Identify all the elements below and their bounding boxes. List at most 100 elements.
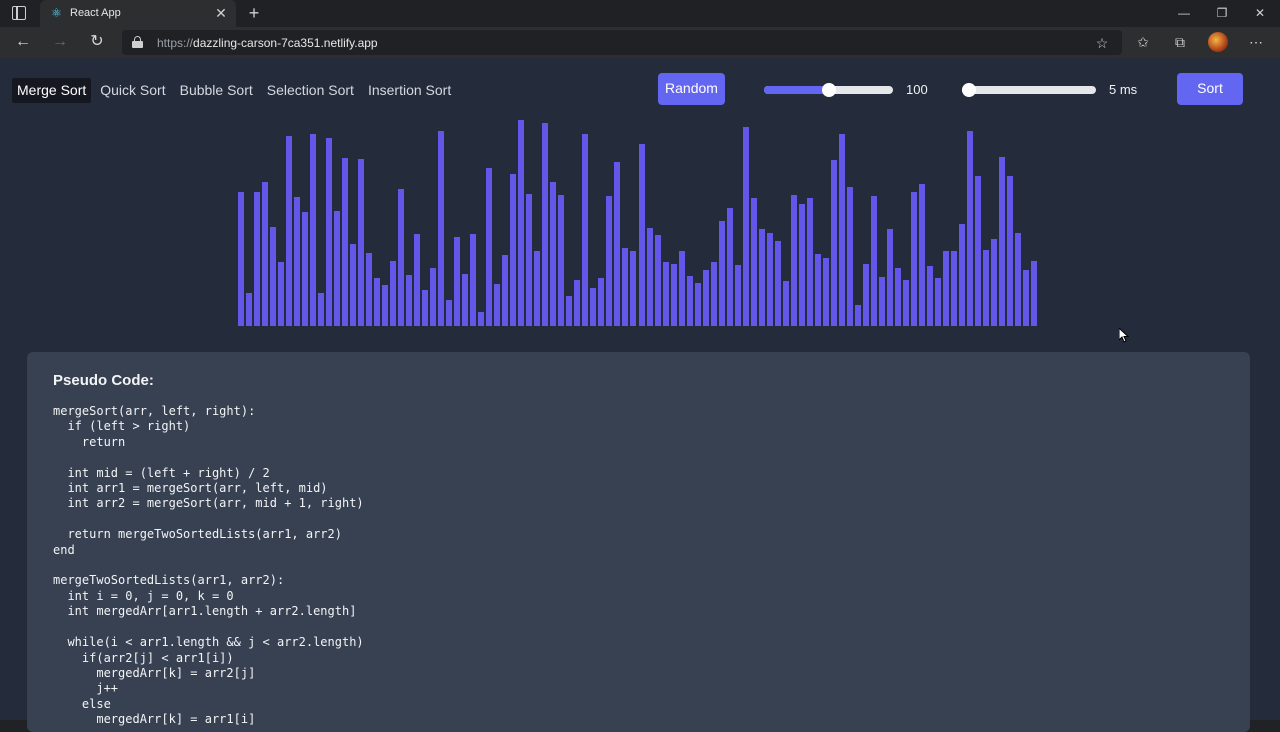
algo-bubble-sort[interactable]: Bubble Sort <box>175 78 258 103</box>
speed-slider[interactable] <box>962 83 1096 97</box>
array-bar <box>790 194 797 326</box>
minimize-icon[interactable]: — <box>1170 3 1198 23</box>
array-bar <box>918 184 925 326</box>
array-bar <box>630 251 637 326</box>
pseudo-code-title: Pseudo Code: <box>53 372 154 389</box>
array-bar <box>574 280 581 326</box>
array-bar <box>302 212 309 326</box>
array-bar <box>446 299 453 326</box>
array-bar <box>238 191 244 326</box>
array-bar <box>510 174 517 326</box>
back-icon[interactable]: ← <box>11 31 35 53</box>
array-bar <box>686 275 693 326</box>
array-bar <box>878 276 885 326</box>
array-bar <box>590 287 597 326</box>
refresh-icon[interactable]: ↻ <box>85 31 109 53</box>
array-size-thumb[interactable] <box>821 83 836 97</box>
array-bar <box>638 144 645 326</box>
array-bar <box>390 260 397 326</box>
array-bar <box>350 243 357 326</box>
array-bar <box>926 266 933 326</box>
array-bar <box>846 187 853 326</box>
algorithm-nav: Merge Sort Quick Sort Bubble Sort Select… <box>12 78 456 103</box>
array-bar <box>550 181 557 326</box>
array-bar <box>758 229 765 326</box>
array-bar <box>318 293 325 326</box>
array-bar <box>414 233 421 326</box>
array-bar <box>742 126 749 326</box>
array-bar <box>422 289 429 326</box>
algo-quick-sort[interactable]: Quick Sort <box>95 78 170 103</box>
array-bars <box>238 120 1039 326</box>
array-bar <box>702 270 709 326</box>
tab-strip: ⚛ React App ✕ + — ❐ ✕ <box>0 0 1280 27</box>
window-menu-icon[interactable] <box>12 6 26 20</box>
array-bar <box>862 264 869 326</box>
array-bar <box>710 261 717 326</box>
array-bar <box>694 283 701 326</box>
array-bar <box>438 131 445 326</box>
array-bar <box>366 253 373 326</box>
array-bar <box>654 234 661 326</box>
url-text[interactable]: https://dazzling-carson-7ca351.netlify.a… <box>157 36 378 50</box>
array-bar <box>662 261 669 326</box>
close-tab-icon[interactable]: ✕ <box>212 4 230 22</box>
array-bar <box>1014 232 1021 326</box>
array-bar <box>382 284 389 326</box>
add-favorite-icon[interactable]: ☆ <box>1092 33 1112 53</box>
array-bar <box>678 251 685 326</box>
array-bar <box>494 284 501 326</box>
array-bar <box>982 249 989 326</box>
array-bar <box>486 167 493 326</box>
array-bar <box>334 211 341 326</box>
array-bar <box>670 264 677 326</box>
array-bar <box>934 277 941 326</box>
array-bar <box>286 135 293 326</box>
browser-tab[interactable]: ⚛ React App ✕ <box>40 0 236 27</box>
new-tab-icon[interactable]: + <box>244 3 264 23</box>
array-bar <box>406 274 413 326</box>
array-size-value: 100 <box>906 82 928 97</box>
array-bar <box>470 233 477 326</box>
restore-icon[interactable]: ❐ <box>1208 3 1236 23</box>
array-bar <box>278 261 285 326</box>
array-bar <box>566 296 573 326</box>
array-bar <box>246 293 252 326</box>
array-bar <box>774 241 781 326</box>
array-bar <box>478 312 485 326</box>
array-bar <box>430 268 437 326</box>
array-bar <box>806 198 813 326</box>
array-bar <box>902 280 909 326</box>
random-button[interactable]: Random <box>658 73 725 105</box>
more-menu-icon[interactable]: ⋯ <box>1245 31 1267 53</box>
sorting-visualizer-app: Merge Sort Quick Sort Bubble Sort Select… <box>0 58 1280 732</box>
favorites-icon[interactable]: ✩ <box>1132 31 1154 53</box>
algo-merge-sort[interactable]: Merge Sort <box>12 78 92 103</box>
array-bar <box>958 224 965 326</box>
sort-button[interactable]: Sort <box>1177 73 1243 105</box>
forward-icon[interactable]: → <box>48 31 72 53</box>
array-bar <box>582 133 589 326</box>
algo-insertion-sort[interactable]: Insertion Sort <box>363 78 456 103</box>
lock-icon[interactable] <box>132 36 143 48</box>
array-bar <box>734 265 741 326</box>
array-bar <box>462 273 469 326</box>
array-bar <box>542 122 549 326</box>
array-bar <box>814 254 821 326</box>
speed-thumb[interactable] <box>962 83 976 97</box>
algo-selection-sort[interactable]: Selection Sort <box>262 78 359 103</box>
array-bar <box>294 197 301 326</box>
array-bar <box>454 236 461 326</box>
array-bar <box>526 193 533 326</box>
profile-avatar[interactable] <box>1208 32 1228 52</box>
close-window-icon[interactable]: ✕ <box>1246 3 1274 23</box>
collections-icon[interactable]: ⧉ <box>1169 31 1191 53</box>
array-bar <box>718 220 725 326</box>
array-bar <box>622 247 629 326</box>
address-bar[interactable]: https://dazzling-carson-7ca351.netlify.a… <box>122 30 1122 55</box>
array-bar <box>342 158 349 326</box>
array-bar <box>254 191 261 326</box>
array-bar <box>950 251 957 326</box>
array-size-slider[interactable] <box>764 83 893 97</box>
array-bar <box>910 191 917 326</box>
